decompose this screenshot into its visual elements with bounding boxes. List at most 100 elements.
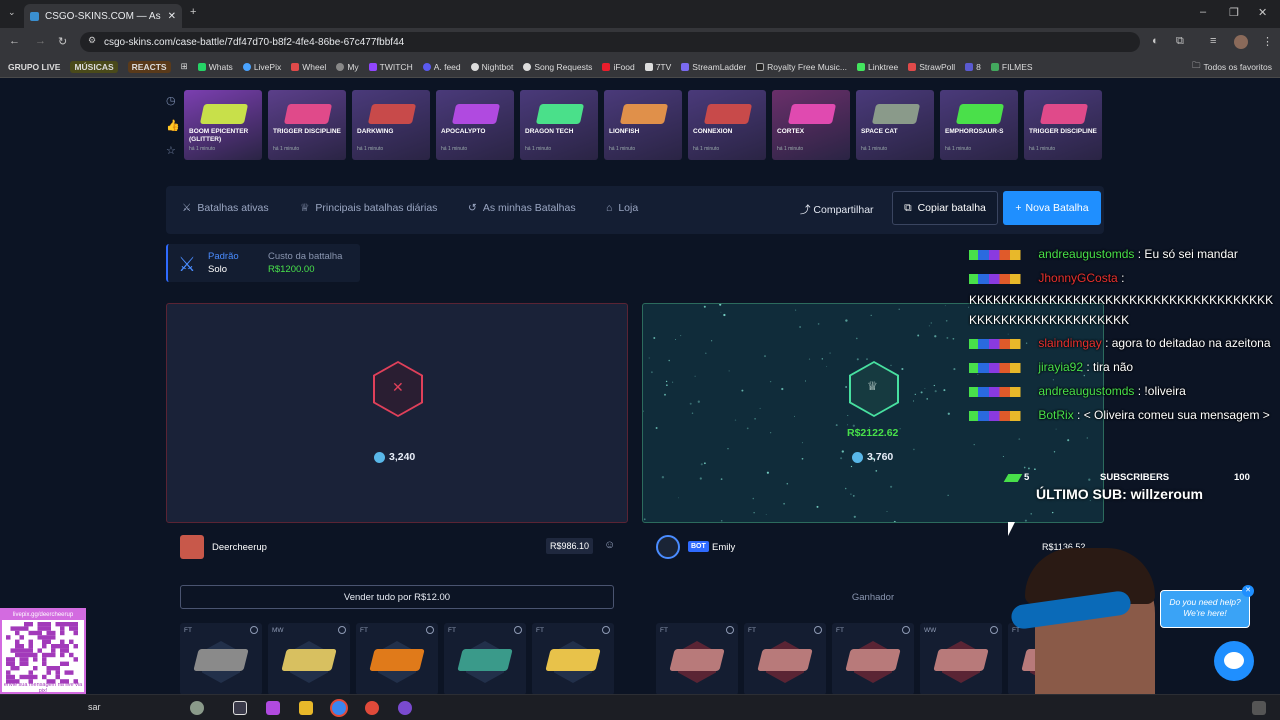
nav-active-battles[interactable]: ⚔ Batalhas ativas [182,202,269,214]
bookmark-item[interactable]: TWITCH [368,62,413,72]
bookmark-item[interactable]: Song Requests [523,62,592,72]
lock-icon[interactable] [602,626,610,634]
lock-icon[interactable] [814,626,822,634]
forward-icon[interactable]: → [35,35,46,47]
help-bubble[interactable]: Do you need help? We're here! ✕ [1160,585,1254,628]
restore-icon[interactable]: ❐ [1229,6,1239,19]
nav-top-daily[interactable]: ♕ Principais batalhas diárias [300,202,437,214]
live-drop-card[interactable]: APOCALYPTO há 1 minuto [436,90,514,160]
live-drop-card[interactable]: SPACE CAT há 1 minuto [856,90,934,160]
new-tab-icon[interactable]: + [190,6,196,18]
bookmark-item[interactable]: Wheel [291,62,326,72]
notification-icon[interactable] [1252,701,1266,715]
tab-search-icon[interactable]: ⌄ [8,7,16,18]
bookmark-item[interactable]: StrawPoll [908,62,955,72]
qr-module [69,626,74,631]
menu-icon[interactable]: ⋮ [1262,35,1273,48]
item-card[interactable]: MW [268,623,350,694]
item-card[interactable]: FT [444,623,526,694]
minimize-icon[interactable]: – [1200,6,1206,18]
lock-icon[interactable] [250,626,258,634]
puzzle-icon[interactable]: ⧉ [1176,35,1184,48]
bookmark-item[interactable]: StreamLadder [681,62,746,72]
bookmark-item[interactable]: REACTS [127,60,171,73]
file-explorer-icon[interactable] [299,701,313,715]
bookmark-item[interactable]: Whats [197,62,233,72]
app-icon[interactable] [398,701,412,715]
live-drop-card[interactable]: EMPHOROSAUR-S há 1 minuto [940,90,1018,160]
site-info-icon[interactable]: ⚙ [88,35,96,46]
back-icon[interactable]: ← [9,35,20,47]
bookmark-item[interactable]: Nightbot [470,62,513,72]
bookmark-item[interactable]: LivePix [242,62,281,72]
close-help-icon[interactable]: ✕ [1242,585,1254,597]
chat-username: andreaugustomds [1038,384,1135,398]
bookmark-item[interactable]: MÚSICAS [70,60,118,73]
browser-tab[interactable]: CSGO-SKINS.COM — As melho ✕ [24,4,182,28]
pet-app-icon[interactable] [190,701,204,715]
copy-battle-button[interactable]: ⧉ Copiar batalha [892,191,998,225]
apps-grid-icon[interactable]: ⊞ [181,61,188,72]
all-bookmarks[interactable]: 🗀 Todos os favoritos [1192,60,1272,74]
item-card[interactable]: FT [532,623,614,694]
chrome-icon[interactable] [332,701,346,715]
drop-name: SPACE CAT [861,128,898,135]
bookmark-item[interactable]: Linktree [857,62,898,72]
reload-icon[interactable]: ↻ [58,35,67,48]
bookmark-item[interactable]: iFood [602,62,635,72]
item-card[interactable]: FT [356,623,438,694]
lock-icon[interactable] [514,626,522,634]
lock-icon[interactable] [902,626,910,634]
task-view-icon[interactable] [233,701,247,715]
live-drop-card[interactable]: CORTEX há 1 minuto [772,90,850,160]
clock-icon[interactable]: ◷ [166,94,180,107]
bookmark-item[interactable]: 7TV [644,62,671,72]
live-drop-card[interactable]: TRIGGER DISCIPLINE há 1 minuto [1024,90,1102,160]
live-drop-card[interactable]: TRIGGER DISCIPLINE há 1 minuto [268,90,346,160]
item-card[interactable]: FT [744,623,826,694]
live-drop-card[interactable]: CONNEXION há 1 minuto [688,90,766,160]
bookmark-item[interactable]: A. feed [422,62,461,72]
qr-module [46,639,51,644]
live-drop-card[interactable]: DRAGON TECH há 1 minuto [520,90,598,160]
item-card[interactable]: FT [832,623,914,694]
nav-my-battles[interactable]: ↺ As minhas Batalhas [468,202,576,214]
live-drop-card[interactable]: DARKWING há 1 minuto [352,90,430,160]
close-window-icon[interactable]: ✕ [1258,6,1267,19]
lock-icon[interactable] [726,626,734,634]
media-icon[interactable]: ≡ [1210,35,1216,47]
item-card[interactable]: FT [180,623,262,694]
share-button[interactable]: ⤴ Compartilhar [800,202,874,217]
bookmark-item[interactable]: 8 [965,62,981,72]
star-dot [835,424,838,427]
bookmark-item[interactable]: FILMES [990,62,1033,72]
new-battle-button[interactable]: + Nova Batalha [1003,191,1101,225]
star-icon[interactable]: ☆ [166,144,180,157]
address-bar[interactable]: ⚙ csgo-skins.com/case-battle/7df47d70-b8… [80,32,1140,52]
lock-icon[interactable] [338,626,346,634]
extension-icon[interactable]: ◐ [1152,35,1159,47]
qr-module [28,622,33,627]
lock-icon[interactable] [990,626,998,634]
bookmark-item[interactable]: Royalty Free Music... [756,62,847,72]
lock-icon[interactable] [426,626,434,634]
support-chat-button[interactable] [1214,641,1254,681]
bookmark-item[interactable]: My [336,62,359,72]
sell-all-button[interactable]: Vender tudo por R$12.00 [180,585,614,609]
obs-icon[interactable] [365,701,379,715]
copilot-icon[interactable] [266,701,280,715]
emoji-icon[interactable]: ☺ [604,539,615,551]
live-drop-card[interactable]: LIONFISH há 1 minuto [604,90,682,160]
bookmark-item[interactable]: GRUPO LIVE [8,62,60,72]
profile-avatar[interactable] [1234,35,1248,49]
qr-module [28,670,33,675]
thumbs-up-icon[interactable]: 👍 [166,119,180,132]
taskbar-search[interactable]: sar [88,702,101,712]
qr-module [73,630,78,636]
nav-shop[interactable]: ⌂ Loja [606,202,638,214]
live-drop-card[interactable]: BOOM EPICENTER (GLITTER) há 1 minuto [184,90,262,160]
item-card[interactable]: WW [920,623,1002,694]
close-tab-icon[interactable]: ✕ [168,11,176,22]
qr-module [15,652,20,658]
item-card[interactable]: FT [656,623,738,694]
